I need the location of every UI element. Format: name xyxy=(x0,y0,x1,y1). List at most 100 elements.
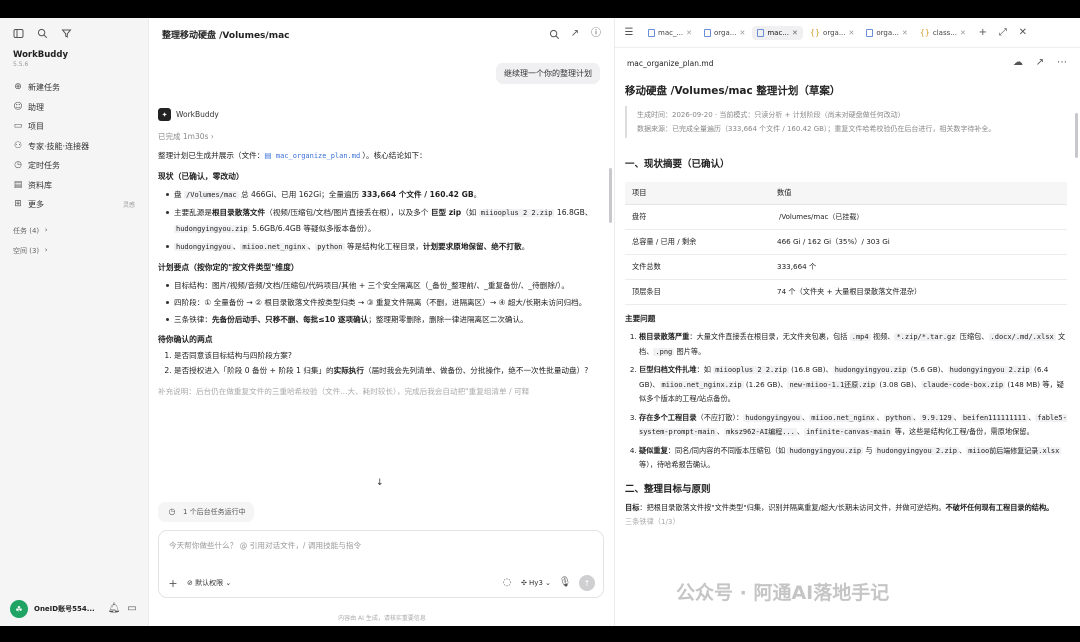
close-icon[interactable]: ✕ xyxy=(960,29,966,37)
tab-file[interactable]: {} orga... ✕ xyxy=(805,25,860,40)
loading-spinner-icon: ◌ xyxy=(502,577,512,588)
section-label: 空间 (3) xyxy=(13,246,40,255)
file-link[interactable]: ▤ mac_organize_plan.md xyxy=(264,151,362,160)
list-item: 三条铁律：先备份后动手、只移不删、每批≤10 逐项确认；整理期零删除，删除一律进… xyxy=(166,312,603,327)
inspiration-tag[interactable]: 灵感 xyxy=(123,200,135,209)
chat-scrollbar[interactable] xyxy=(609,168,612,223)
nav-more[interactable]: ⊞ 更多 灵感 xyxy=(0,195,148,215)
microphone-icon[interactable]: 🎙︎ xyxy=(559,577,572,589)
chat-title: 整理移动硬盘 /Volumes/mac xyxy=(162,30,290,41)
list-item: 主要乱源是根目录散落文件（视频/压缩包/文档/图片直接丢在根），以及多个 巨型 … xyxy=(166,205,603,237)
json-file-icon: {} xyxy=(809,28,821,37)
send-button[interactable]: ↑ xyxy=(579,575,595,591)
model-select[interactable]: ✣ Hy3 ⌄ xyxy=(521,579,551,587)
tab-file[interactable]: orga... ✕ xyxy=(699,26,750,40)
library-icon: ▤ xyxy=(13,179,23,190)
more-icon[interactable]: ⋯ xyxy=(1056,57,1068,69)
doc-scrollbar[interactable] xyxy=(1075,113,1078,158)
plan-list: 目标结构：图片/视频/音频/文档/压缩包/代码项目/其他 + 三个安全隔离区（_… xyxy=(158,278,603,327)
permission-label: 默认权限 xyxy=(195,579,224,587)
list-item: 存在多个工程目录（不应打散）：hudongyingyou、miioo.net_n… xyxy=(639,411,1070,440)
add-icon[interactable]: + xyxy=(167,577,179,589)
nav-experts[interactable]: ⚇ 专家·技能·连接器 xyxy=(0,137,148,157)
doc-filename: mac_organize_plan.md xyxy=(627,58,714,68)
table-header: 项目 数值 xyxy=(625,182,1067,205)
faded-note: 补充说明：后台仍在做重复文件的三重哈希校验（文件...大、耗时较长），完成后我会… xyxy=(158,387,530,396)
meta-line: 数据来源：已完成全量遍历（333,664 个文件 / 160.42 GB）；重复… xyxy=(637,125,996,133)
heading-summary: 一、现状摘要（已确认） xyxy=(625,159,730,170)
done-label: 已完成 1m30s xyxy=(158,132,209,141)
tab-file[interactable]: mac_... ✕ xyxy=(643,26,697,40)
add-tab-icon[interactable]: + xyxy=(977,27,989,39)
close-icon[interactable]: ✕ xyxy=(849,29,855,37)
assistant-header: ✦ WorkBuddy xyxy=(158,108,603,121)
doc-body: 移动硬盘 /Volumes/mac 整理计划（草案） 生成时间：2026-09-… xyxy=(615,83,1080,529)
nav-library[interactable]: ▤ 资料库 xyxy=(0,176,148,196)
section-spaces[interactable]: 空间 (3) › xyxy=(0,241,148,261)
list-item: 是否同意该目标结构与四阶段方案? xyxy=(174,348,603,363)
nav-label: 更多 xyxy=(28,200,44,210)
screen-icon[interactable]: ▭ xyxy=(126,603,138,615)
chat-header: 整理移动硬盘 /Volumes/mac ↗ ⓘ xyxy=(150,18,614,50)
account-bar: ☘ OneID账号554... 🔔︎ ▭ xyxy=(0,592,148,626)
bell-icon[interactable]: 🔔︎ xyxy=(108,603,121,615)
permission-select[interactable]: ⊘ 默认权限 ⌄ xyxy=(187,578,231,588)
info-icon[interactable]: ⓘ xyxy=(590,28,602,40)
share-icon[interactable]: ↗ xyxy=(569,28,581,40)
close-icon[interactable]: ✕ xyxy=(792,29,798,37)
avatar[interactable]: ☘ xyxy=(10,600,28,618)
nav-label: 新建任务 xyxy=(28,83,60,93)
search-icon[interactable] xyxy=(548,28,560,40)
share-icon[interactable]: ↗ xyxy=(1034,57,1046,69)
expand-icon[interactable]: ⤢ xyxy=(997,27,1009,39)
nav-label: 资料库 xyxy=(28,180,52,190)
nav-assistant[interactable]: ☺ 助理 xyxy=(0,98,148,118)
app-name: WorkBuddy xyxy=(13,50,68,60)
document-panel: ☰ mac_... ✕ orga... ✕ mac... ✕ {} orga... ✕ o… xyxy=(614,18,1080,626)
user-message: 继续理一个你的整理计划 xyxy=(496,63,600,84)
list-item: 巨型归档文件扎堆：如 miiooplus 2 2.zip (16.8 GB)、h… xyxy=(639,363,1070,407)
close-icon[interactable]: ✕ xyxy=(902,29,908,37)
workbuddy-logo-icon: ✦ xyxy=(158,108,171,121)
nav-new-task[interactable]: ⊕ 新建任务 xyxy=(0,78,148,98)
clock-icon: ◷ xyxy=(168,507,176,516)
nav-scheduled[interactable]: ◷ 定时任务 xyxy=(0,156,148,176)
filter-icon[interactable] xyxy=(60,27,72,39)
markdown-file-icon xyxy=(866,28,874,37)
scroll-down-icon[interactable]: ↓ xyxy=(376,478,384,488)
section-tasks[interactable]: 任务 (4) › xyxy=(0,221,148,241)
bg-task-label: 1 个后台任务运行中 xyxy=(183,508,246,516)
confirm-list: 是否同意该目标结构与四阶段方案? 是否授权进入「阶段 0 备份 + 阶段 1 归… xyxy=(158,348,603,378)
table-row: 盘符/Volumes/mac（已挂载） xyxy=(625,204,1067,230)
status-list: 盘 /Volumes/mac 总 466Gi、已用 162Gi；全量遍历 333… xyxy=(158,187,603,255)
intro-post: ）。核心结论如下： xyxy=(362,151,427,160)
close-icon[interactable]: ✕ xyxy=(686,29,692,37)
tab-file-active[interactable]: mac... ✕ xyxy=(752,25,803,40)
heading-issues: 主要问题 xyxy=(625,314,656,323)
list-item: 根目录散落严重：大量文件直接丢在根目录，无文件夹包裹，包括 .mp4 视频、*.… xyxy=(639,330,1070,359)
menu-icon[interactable]: ☰ xyxy=(623,27,635,39)
summary-table: 项目 数值 盘符/Volumes/mac（已挂载） 总容量 / 已用 / 剩余 46… xyxy=(625,182,1067,305)
sidebar-toggle-icon[interactable] xyxy=(12,27,24,39)
account-name[interactable]: OneID账号554... xyxy=(34,604,102,614)
meta-line: 生成时间：2026-09-20 · 当前模式：只读分析 + 计划阶段（尚未对硬盘… xyxy=(637,111,905,119)
close-icon[interactable]: ✕ xyxy=(739,29,745,37)
background-task-pill[interactable]: ◷ 1 个后台任务运行中 xyxy=(158,502,254,522)
tab-file[interactable]: orga... ✕ xyxy=(861,26,912,40)
cloud-upload-icon[interactable]: ☁ xyxy=(1012,57,1024,69)
nav-label: 助理 xyxy=(28,102,44,112)
sidebar-nav: ⊕ 新建任务 ☺ 助理 ▭ 项目 ⚇ 专家·技能·连接器 ◷ 定时任务 ▤ 资料库 ⊞ 更多 灵… xyxy=(0,78,148,215)
ai-disclaimer: 内容由 AI 生成，请核实重要信息 xyxy=(338,615,426,622)
done-status[interactable]: 已完成 1m30s › xyxy=(158,131,603,142)
composer-input[interactable]: 今天帮你做些什么？ @ 引用对话文件，/ 调用技能与指令 xyxy=(159,531,603,560)
list-item: 盘 /Volumes/mac 总 466Gi、已用 162Gi；全量遍历 333… xyxy=(166,187,603,203)
table-row: 总容量 / 已用 / 剩余 466 Gi / 162 Gi（35%）/ 303 G… xyxy=(625,229,1067,255)
nav-projects[interactable]: ▭ 项目 xyxy=(0,117,148,137)
intro-text: 整理计划已生成并展示（文件：▤ mac_organize_plan.md ）。核心… xyxy=(158,148,603,164)
markdown-file-icon xyxy=(704,28,712,37)
composer[interactable]: 今天帮你做些什么？ @ 引用对话文件，/ 调用技能与指令 + ⊘ 默认权限 ⌄ … xyxy=(158,530,604,598)
table-row: 顶层条目 74 个（文件夹 + 大量根目录散落文件混杂） xyxy=(625,279,1067,305)
tab-file[interactable]: {} class... ✕ xyxy=(915,25,971,40)
search-icon[interactable] xyxy=(36,27,48,39)
close-panel-icon[interactable]: ✕ xyxy=(1017,27,1029,39)
